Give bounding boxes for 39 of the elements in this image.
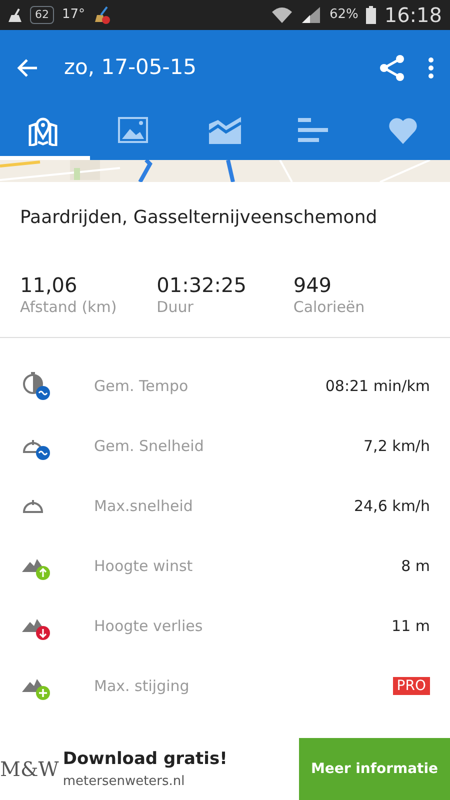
broom-icon xyxy=(93,6,112,24)
share-button[interactable] xyxy=(380,54,404,80)
stat-value: 7,2 km/h xyxy=(364,436,430,457)
wifi-icon xyxy=(271,6,294,24)
screen-title: zo, 17-05-15 xyxy=(64,54,198,81)
summary-label: Duur xyxy=(156,296,194,318)
stopwatch-icon xyxy=(22,372,50,400)
broom-icon xyxy=(8,8,22,22)
pro-label: PRO xyxy=(392,677,430,695)
activity-title: Paardrijden, Gasselternijveenschemond xyxy=(20,207,378,228)
stat-label: Max.snelheid xyxy=(94,496,194,517)
summary-value: 11,06 xyxy=(20,274,78,296)
summary-label: Calorieën xyxy=(293,296,366,318)
stat-value: 08:21 min/km xyxy=(325,376,430,397)
notification-badge: 62 xyxy=(30,6,54,24)
more-info-button[interactable]: Meer informatie xyxy=(299,738,450,800)
ad-logo: M&W xyxy=(0,756,59,782)
stat-label: Gem. Snelheid xyxy=(94,436,205,457)
stat-value: 11 m xyxy=(392,616,430,637)
stat-value: 8 m xyxy=(401,556,430,577)
stat-label: Hoogte verlies xyxy=(94,616,204,637)
signal-icon xyxy=(301,6,322,24)
ad-headline: Download gratis! xyxy=(62,748,228,770)
summary-label: Afstand (km) xyxy=(20,296,118,318)
ad-url: metersenweters.nl xyxy=(62,773,186,791)
summary-value: 01:32:25 xyxy=(156,274,248,296)
clock-text: 16:18 xyxy=(384,2,442,29)
stat-label: Gem. Tempo xyxy=(94,376,190,397)
stat-label: Hoogte winst xyxy=(94,556,194,577)
stat-value: 24,6 km/h xyxy=(354,496,430,517)
area-chart-icon xyxy=(208,116,242,146)
battery-text: 62% xyxy=(329,6,358,24)
temperature-text: 17° xyxy=(62,6,86,24)
share-icon xyxy=(380,54,404,80)
more-button[interactable] xyxy=(428,56,434,78)
stat-label: Max. stijging xyxy=(94,676,190,697)
battery-icon xyxy=(366,6,376,24)
more-icon xyxy=(428,56,434,78)
summary-value: 949 xyxy=(293,274,333,296)
